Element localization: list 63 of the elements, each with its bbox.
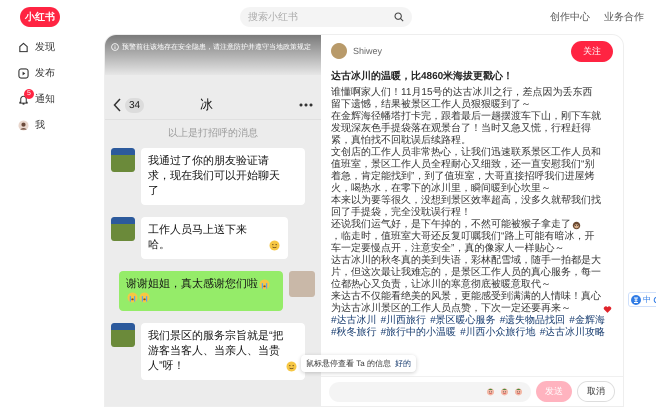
home-icon [18, 42, 29, 52]
chat-title: 冰 [199, 96, 214, 114]
heart-icon [603, 305, 612, 314]
post-title: 达古冰川的温暖，比4860米海拔更戳心！ [331, 69, 514, 83]
crying-emoji-icon [139, 292, 150, 303]
hashtag-link[interactable]: #达古冰川 [331, 315, 377, 327]
back-chevron-icon [113, 98, 121, 112]
message-text: 工作人员马上送下来哈。 [148, 223, 248, 253]
smiley-emoji-icon [286, 361, 297, 372]
hashtag-link[interactable]: #金辉海 [569, 315, 605, 327]
hashtag-link[interactable]: #川西小众旅行地 [460, 327, 536, 339]
info-icon [111, 43, 119, 51]
monkey-emoji-icon [572, 221, 581, 230]
emoji-face-icon[interactable] [514, 387, 523, 396]
message-text: 谢谢姐姐，真太感谢您们啦 [126, 277, 258, 292]
smiley-emoji-icon [269, 240, 280, 251]
post-text: 本来以为要等很久，没想到景区效率超高，没多久就帮我们找回了手提袋，完全没耽误行程！ [331, 195, 602, 218]
ok-link[interactable]: 好的 [394, 358, 411, 369]
ime-logo-icon[interactable] [631, 294, 641, 304]
ime-mode-label[interactable]: 中 [643, 294, 651, 305]
unread-count: 34 [125, 98, 144, 112]
landscape-avatar-placeholder [111, 217, 135, 241]
logo[interactable]: 小红书 [20, 7, 60, 27]
hashtag-link[interactable]: #川西旅行 [380, 315, 426, 327]
more-dots-icon [299, 103, 313, 107]
avatar-icon [18, 120, 29, 130]
crying-emoji-icon [259, 279, 270, 290]
post-text: 文创店的工作人员非常热心，让我们迅速联系景区工作人员和值班室，景区工作人员全程耐心又细致，还一直安慰我们“别着急，肯定能找到”，到了值班室，大哥直接招呼我们进屋烤火，喝热水，在零下的冰川里，瞬间暖到心坎里～ [331, 147, 602, 194]
chat-notice: 以上是打招呼的消息 [167, 126, 259, 141]
tooltip-text: 鼠标悬停查看 Ta 的信息 [306, 358, 391, 369]
play-square-icon [18, 68, 29, 78]
landscape-avatar-placeholder [111, 323, 135, 347]
post-text: 还说我们运气好，是下午掉的，不然可能被猴子拿走了 [331, 219, 571, 230]
post-text: 来达古不仅能看绝美的风景，更能感受到满满的人情味！真心为达古冰川景区的工作人员点赞，下次一定还要再来～ [331, 291, 602, 314]
comment-field[interactable] [329, 382, 531, 402]
hashtag-link[interactable]: #旅行中的小温暖 [380, 327, 456, 339]
bell-icon [18, 94, 29, 104]
header-link[interactable]: 业务合作 [604, 10, 644, 24]
sidebar-item[interactable]: 发布 [18, 64, 104, 82]
search-field[interactable]: 搜索小红书 [240, 7, 412, 27]
message-text: 我通过了你的朋友验证请求，现在我们可以开始聊天了 [148, 154, 281, 199]
crying-emoji-icon [127, 292, 138, 303]
follow-button[interactable]: 关注 [571, 40, 613, 62]
post-text: 谁懂啊家人们！11月15号的达古冰川之行，差点因为丢东西留下遗憾，结果被景区工作人员狠狠暖到了～ [331, 87, 594, 110]
post-text: 在金辉海径幡塔打卡完，跟着最后一趟摆渡车下山，刚下车就发现深灰色手提袋落在观景台了！当时又急又慌，行程赶得紧，真怕找不回耽误后续路程。 [331, 111, 602, 146]
landscape-avatar-placeholder [111, 148, 135, 172]
cancel-button[interactable]: 取消 [577, 381, 615, 402]
sidebar-item[interactable]: 我 [18, 116, 104, 134]
hashtag-link[interactable]: #秋冬旅行 [331, 327, 377, 339]
hashtag-link[interactable]: #达古冰川攻略 [540, 327, 606, 339]
hashtag-link[interactable]: #景区暖心服务 [430, 315, 496, 327]
emoji-face-icon[interactable] [486, 387, 495, 396]
search-icon [394, 12, 404, 22]
author-avatar[interactable] [331, 43, 347, 59]
emoji-face-icon[interactable] [500, 387, 509, 396]
cat-avatar-placeholder [289, 271, 315, 297]
author-name[interactable]: Shiwey [353, 46, 565, 56]
message-text: 我们景区的服务宗旨就是“把游客当客人、当亲人、当贵人”呀！ [148, 329, 285, 374]
header-link[interactable]: 创作中心 [550, 10, 590, 24]
post-text: ，临走时，值班室大哥还反复叮嘱我们“路上可能有暗冰，开车一定要慢点开，注意安全”，真的像家人一样贴心～ [331, 231, 596, 254]
post-text: 达古冰川的秋冬真的美到失语，彩林配雪域，随手一拍都是大片，但这次最让我难忘的，是景区工作人员的真心服务，每一位都热心又负责，让冰川的寒意彻底被暖意取代～ [331, 255, 602, 290]
hashtag-link[interactable]: #遗失物品找回 [500, 315, 566, 327]
sidebar-item[interactable]: 发现 [18, 38, 104, 56]
